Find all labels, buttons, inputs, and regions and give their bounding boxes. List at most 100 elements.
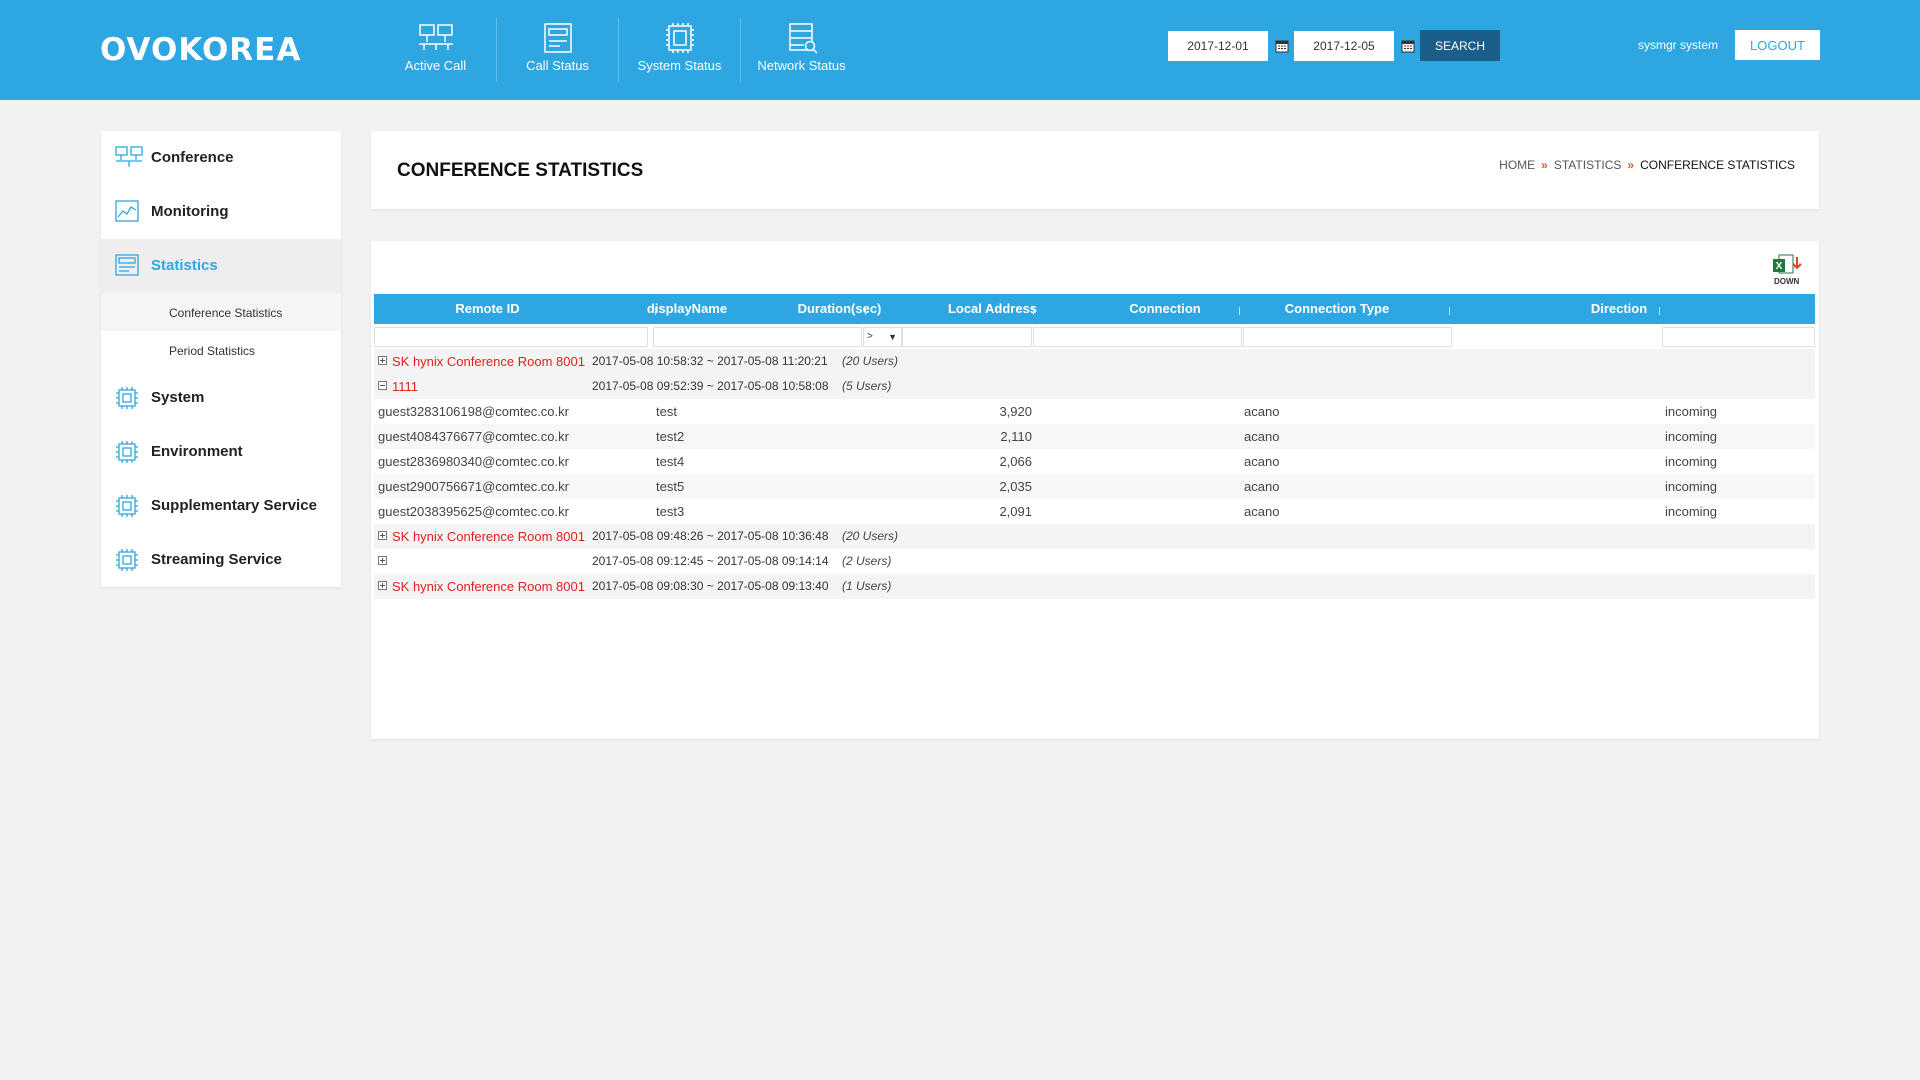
sidebar-item-streaming-service[interactable]: Streaming Service — [101, 533, 341, 587]
nav-label: System Status — [637, 58, 722, 73]
breadcrumb-separator-icon: » — [1541, 158, 1548, 172]
expand-icon[interactable] — [378, 356, 387, 365]
cell-remote-id: guest4084376677@comtec.co.kr — [378, 429, 569, 444]
nav-call-status[interactable]: Call Status — [497, 18, 619, 82]
group-row[interactable]: SK hynix Conference Room 8001 2017-05-08… — [374, 574, 1815, 599]
filter-local-address-input[interactable] — [1033, 327, 1242, 347]
expand-icon[interactable] — [378, 531, 387, 540]
column-header-connection-type[interactable]: Connection Type — [1251, 294, 1423, 324]
cell-remote-id: guest2900756671@comtec.co.kr — [378, 479, 569, 494]
page-title: CONFERENCE STATISTICS — [397, 160, 644, 181]
calendar-icon[interactable] — [1401, 39, 1415, 53]
table-row[interactable]: guest4084376677@comtec.co.kr test2 2,110… — [374, 424, 1815, 449]
cell-direction: incoming — [1665, 454, 1718, 469]
sidebar-item-conference[interactable]: Conference — [101, 131, 341, 185]
call-status-icon — [543, 23, 572, 53]
nav-active-call[interactable]: Active Call — [375, 18, 497, 82]
calendar-icon[interactable] — [1275, 39, 1289, 53]
group-user-count: (2 Users) — [842, 554, 892, 568]
caret-down-icon: ▼ — [888, 332, 897, 342]
breadcrumb-statistics[interactable]: STATISTICS — [1554, 158, 1622, 172]
sidebar-item-statistics[interactable]: Statistics — [101, 239, 341, 293]
group-user-count: (20 Users) — [842, 354, 899, 368]
table-row[interactable]: guest2836980340@comtec.co.kr test4 2,066… — [374, 449, 1815, 474]
search-button[interactable]: SEARCH — [1420, 30, 1500, 61]
cell-connection: acano — [1244, 504, 1280, 519]
group-time-range: 2017-05-08 10:58:32 ~ 2017-05-08 11:20:2… — [592, 354, 828, 368]
cell-display-name: test4 — [656, 454, 685, 469]
sidebar-item-environment[interactable]: Environment — [101, 425, 341, 479]
date-from-input[interactable] — [1168, 31, 1268, 61]
expand-icon[interactable] — [378, 581, 387, 590]
column-header-local-address[interactable]: Local Address — [906, 294, 1079, 324]
cell-direction: incoming — [1665, 504, 1718, 519]
statistics-grid: Remote ID displayName Duration(sec) Loca… — [374, 294, 1815, 599]
filter-remote-id-input[interactable] — [374, 327, 648, 347]
column-header-direction[interactable]: Direction — [1423, 294, 1815, 324]
cell-direction: incoming — [1665, 479, 1718, 494]
column-header-remote-id[interactable]: Remote ID — [374, 294, 601, 324]
sidebar-item-system[interactable]: System — [101, 371, 341, 425]
group-row[interactable]: SK hynix Conference Room 8001 2017-05-08… — [374, 349, 1815, 374]
group-row[interactable]: 2017-05-08 09:12:45 ~ 2017-05-08 09:14:1… — [374, 549, 1815, 574]
sidebar-item-supplementary-service[interactable]: Supplementary Service — [101, 479, 341, 533]
cell-display-name: test — [656, 404, 677, 419]
group-time-range: 2017-05-08 09:52:39 ~ 2017-05-08 10:58:0… — [592, 379, 829, 393]
filter-display-name-input[interactable] — [653, 327, 862, 347]
grid-header: Remote ID displayName Duration(sec) Loca… — [374, 294, 1815, 324]
logout-button[interactable]: LOGOUT — [1735, 30, 1820, 60]
breadcrumb-home[interactable]: HOME — [1499, 158, 1535, 172]
date-to-input[interactable] — [1294, 31, 1394, 61]
sidebar-subitem-conference-statistics[interactable]: Conference Statistics — [101, 293, 341, 331]
logo[interactable]: OVOKOREA — [100, 32, 301, 68]
table-card: X DOWN Remote ID displayName Duration(se… — [371, 241, 1819, 739]
column-header-duration[interactable]: Duration(sec) — [773, 294, 906, 324]
user-name: sysmgr system — [1638, 38, 1719, 52]
column-header-connection[interactable]: Connection — [1079, 294, 1251, 324]
cell-duration: 2,066 — [999, 454, 1032, 469]
cell-connection: acano — [1244, 429, 1280, 444]
sidebar-item-monitoring[interactable]: Monitoring — [101, 185, 341, 239]
filter-direction-input[interactable] — [1662, 327, 1815, 347]
cell-remote-id: guest2038395625@comtec.co.kr — [378, 504, 569, 519]
cell-duration: 2,091 — [999, 504, 1032, 519]
group-name: SK hynix Conference Room 8001 — [392, 354, 585, 369]
group-user-count: (20 Users) — [842, 529, 899, 543]
top-header: OVOKOREA Active Call Call Status System … — [0, 0, 1920, 100]
chip-icon — [116, 441, 138, 463]
nav-label: Network Status — [757, 58, 846, 73]
breadcrumb-current: CONFERENCE STATISTICS — [1640, 158, 1795, 172]
chip-icon — [116, 549, 138, 571]
table-row[interactable]: guest3283106198@comtec.co.kr test 3,920 … — [374, 399, 1815, 424]
filter-duration-input[interactable] — [902, 327, 1032, 347]
sidebar-item-label: Environment — [151, 443, 243, 460]
sidebar-subitem-period-statistics[interactable]: Period Statistics — [101, 331, 341, 369]
title-card: CONFERENCE STATISTICS HOME » STATISTICS » CO… — [371, 131, 1819, 209]
group-row[interactable]: SK hynix Conference Room 8001 2017-05-08… — [374, 524, 1815, 549]
excel-download-button[interactable]: X DOWN — [1771, 253, 1805, 287]
nav-network-status[interactable]: Network Status — [741, 18, 862, 82]
collapse-icon[interactable] — [378, 381, 387, 390]
cell-connection: acano — [1244, 404, 1280, 419]
duration-operator-select[interactable]: > ▼ — [863, 327, 902, 347]
nav-label: Active Call — [404, 58, 467, 73]
filter-connection-input[interactable] — [1243, 327, 1452, 347]
top-nav: Active Call Call Status System Status Ne… — [375, 18, 862, 82]
chip-icon — [665, 23, 694, 53]
cell-display-name: test3 — [656, 504, 685, 519]
expand-icon[interactable] — [378, 556, 387, 565]
chip-icon — [116, 387, 138, 409]
excel-download-label: DOWN — [1774, 277, 1800, 286]
table-row[interactable]: guest2900756671@comtec.co.kr test5 2,035… — [374, 474, 1815, 499]
group-row[interactable]: 1111 2017-05-08 09:52:39 ~ 2017-05-08 10… — [374, 374, 1815, 399]
column-header-display-name[interactable]: displayName — [601, 294, 773, 324]
sidebar-subitem-label: Period Statistics — [169, 344, 256, 358]
table-row[interactable]: guest2038395625@comtec.co.kr test3 2,091… — [374, 499, 1815, 524]
cell-duration: 2,110 — [1000, 429, 1032, 444]
filter-row: > ▼ — [374, 324, 1815, 349]
group-name: SK hynix Conference Room 8001 — [392, 529, 585, 544]
group-name: SK hynix Conference Room 8001 — [392, 579, 585, 594]
nav-system-status[interactable]: System Status — [619, 18, 741, 82]
sidebar: Conference Monitoring Statistics Confere… — [101, 131, 341, 587]
nav-label: Call Status — [526, 58, 589, 73]
